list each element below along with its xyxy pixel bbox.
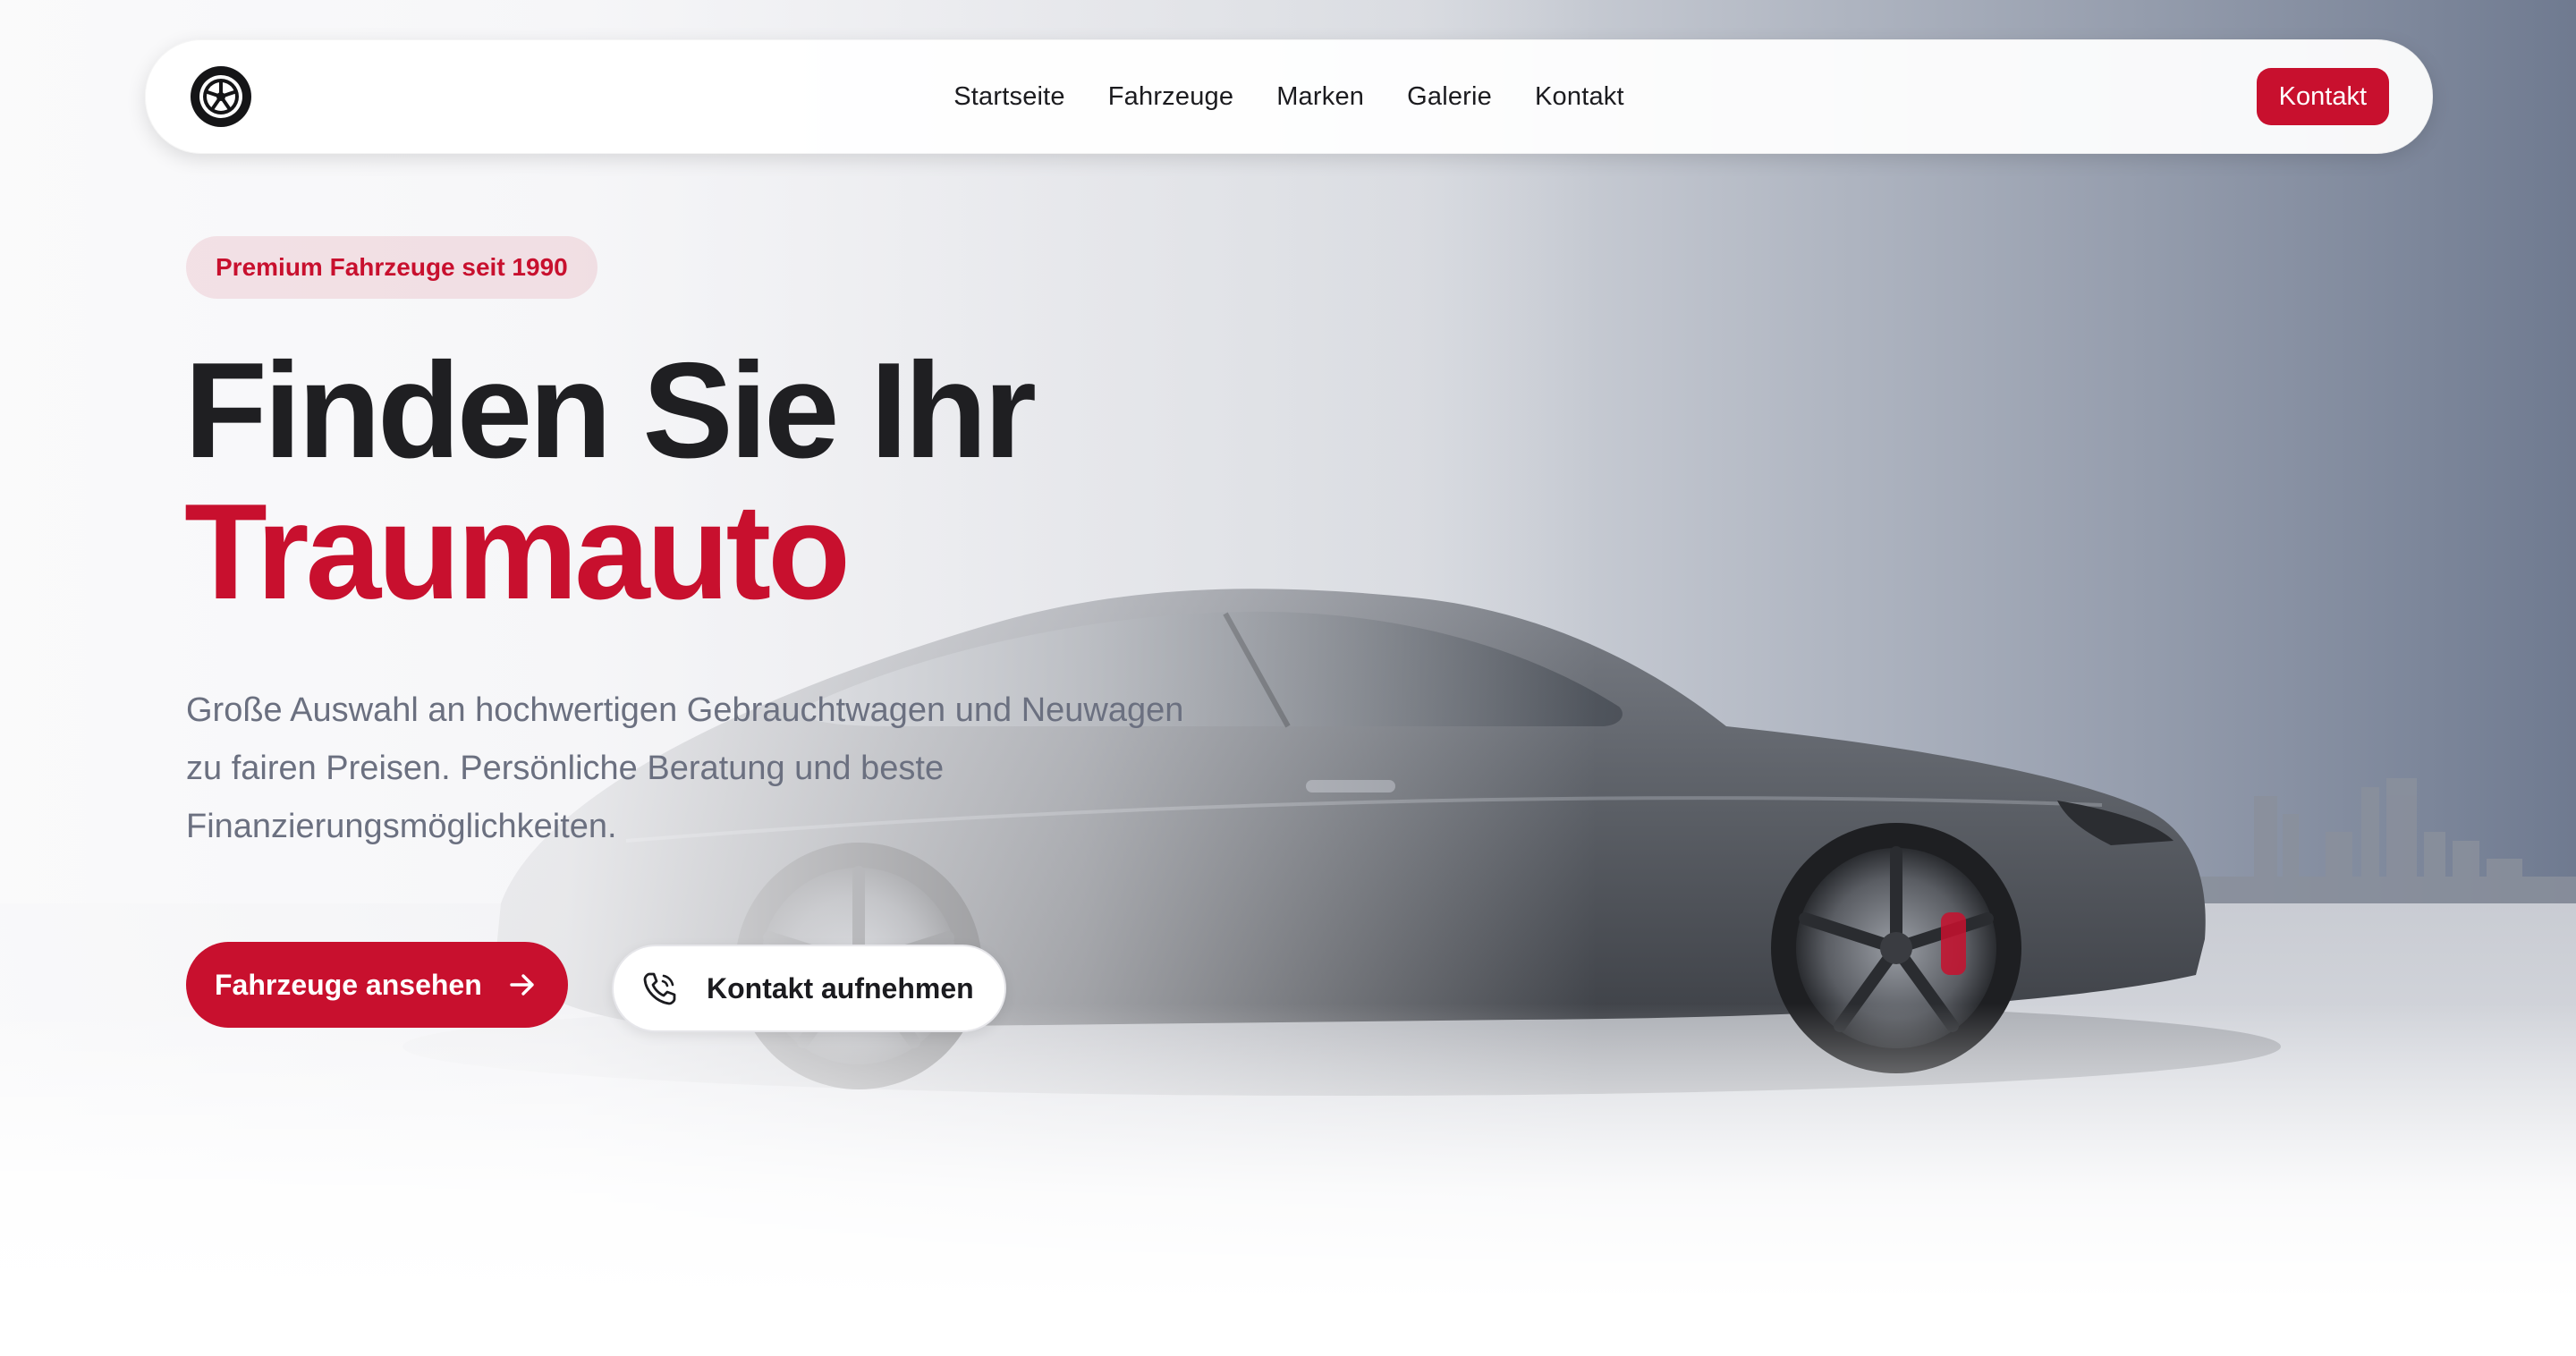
- nav-link-kontakt[interactable]: Kontakt: [1535, 82, 1624, 112]
- nav-link-galerie[interactable]: Galerie: [1407, 82, 1492, 112]
- logo[interactable]: [189, 64, 253, 129]
- wheel-icon: [191, 66, 251, 127]
- nav-link-fahrzeuge[interactable]: Fahrzeuge: [1108, 82, 1233, 112]
- hero-title-line2: Traumauto: [184, 476, 851, 628]
- nav-link-startseite[interactable]: Startseite: [953, 82, 1065, 112]
- top-navbar: Startseite Fahrzeuge Marken Galerie Kont…: [145, 39, 2433, 154]
- contact-us-label: Kontakt aufnehmen: [707, 971, 974, 1004]
- hero-description: Große Auswahl an hochwertigen Gebrauchtw…: [186, 691, 1184, 845]
- hero-title: Finden Sie Ihr Traumauto: [184, 335, 1037, 628]
- arrow-right-icon: [510, 974, 534, 996]
- hero-badge: Premium Fahrzeuge seit 1990: [186, 236, 597, 299]
- hero-title-line1: Finden Sie Ihr: [184, 335, 1037, 487]
- view-vehicles-label: Fahrzeuge ansehen: [215, 968, 482, 1001]
- view-vehicles-button[interactable]: Fahrzeuge ansehen: [186, 942, 568, 1028]
- nav-links: Startseite Fahrzeuge Marken Galerie Kont…: [146, 40, 2432, 153]
- nav-link-marken[interactable]: Marken: [1276, 82, 1364, 112]
- contact-us-button[interactable]: Kontakt aufnehmen: [612, 945, 1006, 1032]
- hero-bottom-fade: [0, 0, 2576, 1356]
- hero-section: [0, 0, 2576, 1356]
- phone-icon: [643, 972, 676, 1005]
- nav-contact-button[interactable]: Kontakt: [2256, 68, 2389, 125]
